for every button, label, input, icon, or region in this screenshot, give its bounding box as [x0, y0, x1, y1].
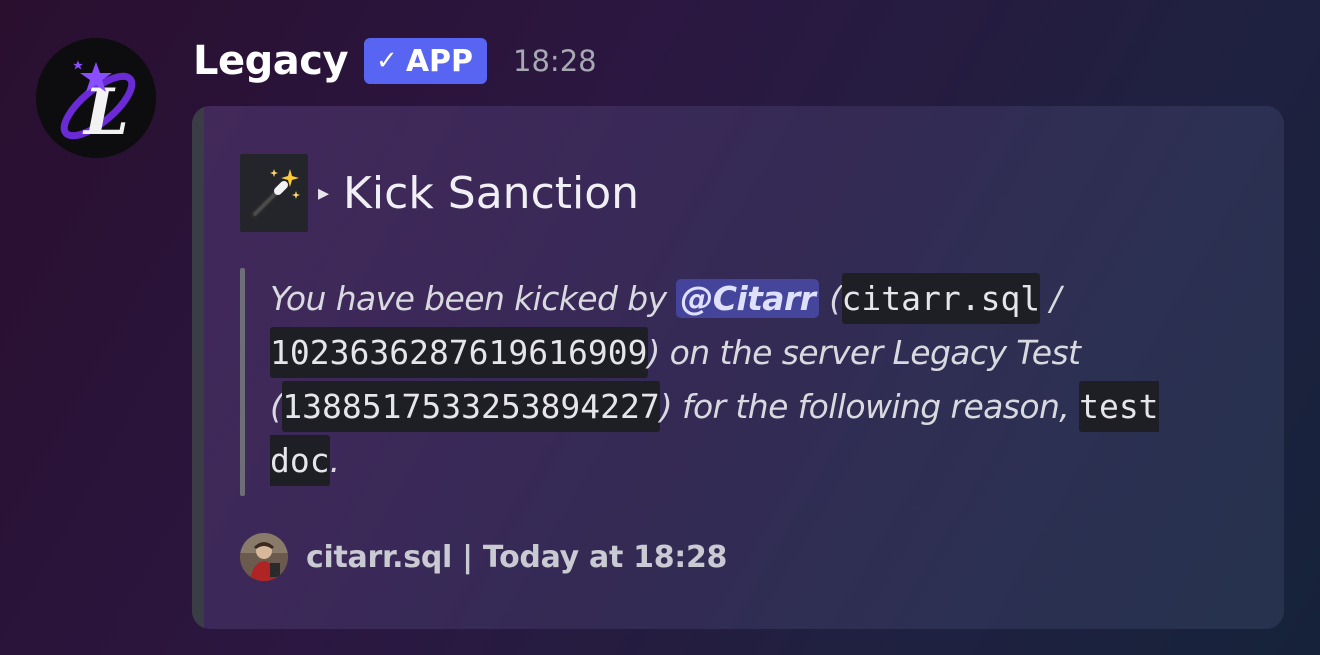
embed-footer: citarr.sql | Today at 18:28 — [240, 532, 727, 582]
message-embed: ▸ Kick Sanction You have been kicked by … — [192, 106, 1284, 629]
embed-title: ▸ Kick Sanction — [240, 154, 639, 232]
embed-footer-text: citarr.sql | Today at 18:28 — [306, 539, 728, 575]
verified-check-icon: ✓ — [376, 46, 398, 76]
user-mention[interactable]: @Citarr — [676, 279, 820, 318]
description-text: ( — [819, 279, 842, 318]
chat-message: L Legacy ✓ APP 18:28 ▸ Kick Sanction You… — [0, 0, 1320, 655]
embed-title-text: Kick Sanction — [343, 167, 640, 219]
author-avatar[interactable]: L — [36, 38, 156, 158]
description-text: ) for the following reason, — [659, 387, 1080, 426]
magic-wand-icon — [240, 154, 308, 232]
inline-code-username: citarr.sql — [841, 273, 1041, 324]
message-timestamp[interactable]: 18:28 — [513, 44, 597, 78]
message-header: Legacy ✓ APP 18:28 — [193, 36, 597, 86]
embed-color-bar — [192, 106, 204, 629]
description-text: / — [1040, 279, 1061, 318]
legacy-logo-icon: L — [36, 38, 156, 158]
app-badge-label: APP — [405, 43, 474, 79]
app-badge: ✓ APP — [364, 38, 488, 84]
blockquote-bar — [240, 268, 245, 496]
user-avatar-icon — [240, 533, 288, 581]
title-arrow-icon: ▸ — [318, 180, 330, 206]
description-text: . — [329, 441, 340, 480]
author-name[interactable]: Legacy — [193, 38, 349, 84]
inline-code-user-id: 1023636287619616909 — [270, 327, 648, 378]
description-text: You have been kicked by — [270, 279, 677, 318]
embed-description-text: You have been kicked by @Citarr (citarr.… — [270, 272, 1230, 488]
inline-code-server-id: 1388517533253894227 — [282, 381, 660, 432]
